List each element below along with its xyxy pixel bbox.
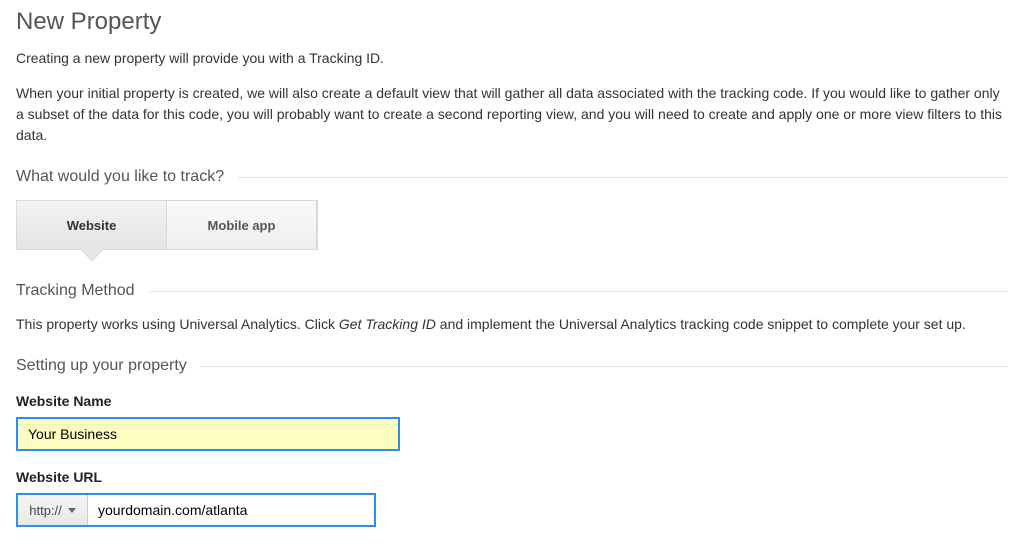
tab-mobile-app[interactable]: Mobile app xyxy=(167,201,317,249)
website-name-field-wrap xyxy=(16,417,400,451)
method-heading: Tracking Method xyxy=(16,282,149,300)
website-url-field-wrap: http:// xyxy=(16,493,376,527)
section-track-header: What would you like to track? xyxy=(16,168,1008,186)
divider xyxy=(149,291,1008,292)
setup-heading: Setting up your property xyxy=(16,357,201,375)
method-desc-pre: This property works using Universal Anal… xyxy=(16,316,339,332)
method-desc-post: and implement the Universal Analytics tr… xyxy=(436,316,966,332)
track-tabs: Website Mobile app xyxy=(16,200,318,250)
chevron-down-icon xyxy=(68,508,76,513)
intro-text-2: When your initial property is created, w… xyxy=(16,83,1008,146)
intro-text-1: Creating a new property will provide you… xyxy=(16,48,1008,69)
protocol-select[interactable]: http:// xyxy=(18,495,88,525)
website-name-input[interactable] xyxy=(18,419,398,449)
website-url-label: Website URL xyxy=(16,469,1008,485)
divider xyxy=(238,177,1008,178)
divider xyxy=(201,366,1008,367)
method-desc-em: Get Tracking ID xyxy=(339,316,436,332)
section-setup-header: Setting up your property xyxy=(16,357,1008,375)
protocol-value: http:// xyxy=(29,503,62,518)
method-description: This property works using Universal Anal… xyxy=(16,314,1008,335)
website-name-label: Website Name xyxy=(16,393,1008,409)
page-title: New Property xyxy=(16,8,1008,36)
website-url-input[interactable] xyxy=(88,495,374,525)
track-question: What would you like to track? xyxy=(16,168,238,186)
section-method-header: Tracking Method xyxy=(16,282,1008,300)
